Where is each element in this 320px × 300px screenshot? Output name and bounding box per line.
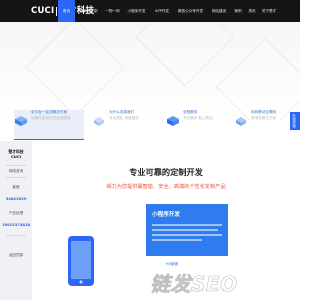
contact-sidebar: 楚才科技 CUCI 网络咨询 客服 34841639 产品经理 18922374… <box>0 141 32 300</box>
product-manager-label: 产品经理 <box>8 211 24 215</box>
platform-icon <box>14 112 28 126</box>
service-card[interactable]: 全平台一站式解决方案 软硬件定制开发全面服务 <box>14 110 84 140</box>
service-icon <box>166 112 180 126</box>
service-title: 玩转移动互联网 <box>251 110 277 114</box>
mobile-internet-icon <box>234 112 248 126</box>
nav-item-miniprogram[interactable]: 小程序开发 <box>123 0 150 22</box>
nav-item-wechat[interactable]: 微信公众号开发 <box>174 0 207 22</box>
nav-item-qrcode[interactable]: 一物一码 <box>102 0 123 22</box>
logo-text-en: CUCI <box>31 6 55 16</box>
back-to-top-button[interactable]: 返回顶部 <box>0 253 32 258</box>
watermark: 链发SEO LIANFASEO.COM <box>150 268 238 297</box>
hero-decor-shape <box>215 37 300 120</box>
divider <box>6 177 26 178</box>
nav-item-website[interactable]: 网站建设 <box>207 0 231 22</box>
online-consult-tab[interactable]: 在线咨询 <box>290 112 300 130</box>
nav-item-news[interactable]: 资讯 <box>245 0 259 22</box>
nav-item-home[interactable]: 首页 <box>58 0 75 22</box>
hero-decor-shape <box>135 22 235 87</box>
text-line <box>152 234 222 236</box>
service-title: 全程服务 <box>183 110 198 114</box>
service-desc: 软硬件定制开发全面服务 <box>31 116 71 120</box>
service-desc: 新零售解决方案 <box>251 116 277 120</box>
divider <box>6 165 26 166</box>
service-desc: 专业服务 贴心售后 <box>183 116 213 120</box>
divider <box>6 235 26 236</box>
hero-decor-shape <box>25 22 125 117</box>
service-card[interactable]: 为什么选择我们 专业团队 深度服务 <box>92 110 158 140</box>
team-icon <box>92 112 106 126</box>
nav-item-mall[interactable]: 微商城定制 <box>75 0 102 22</box>
text-line <box>152 224 222 226</box>
watermark-subtext: LIANFASEO.COM <box>176 288 227 292</box>
phone-number[interactable]: 18922374818 <box>0 223 32 227</box>
watermark-text: 链发SEO <box>150 272 238 297</box>
nav-item-about[interactable]: 关于楚才 <box>259 0 279 22</box>
text-line <box>152 229 218 231</box>
section-title: 专业可靠的定制开发 <box>129 167 203 177</box>
contact-logo-en: CUCI <box>10 154 22 159</box>
hotline-label: 客服 <box>12 185 20 189</box>
section-subtitle: 竭力为您提供最智能、安全、高端的个性化定制产品 <box>106 184 226 190</box>
feature-title: 小程序开发 <box>152 212 180 218</box>
contact-logo: 楚才科技 CUCI <box>4 149 28 159</box>
main-nav: 首页 微商城定制 一物一码 小程序开发 APP开发 微信公众号开发 网站建设 案… <box>58 0 279 22</box>
phone-illustration <box>66 234 98 290</box>
top-navbar: CUCI 楚才科技 首页 微商城定制 一物一码 小程序开发 APP开发 微信公众… <box>0 0 300 22</box>
online-consult-link[interactable]: 网络咨询 <box>0 169 32 174</box>
feature-card-miniprogram[interactable]: 小程序开发 <box>146 204 228 256</box>
service-desc: 专业团队 深度服务 <box>109 116 139 120</box>
hero-banner <box>0 22 300 120</box>
text-line <box>152 239 202 241</box>
service-title: 全平台一站式解决方案 <box>31 110 67 114</box>
service-strip: 全平台一站式解决方案 软硬件定制开发全面服务 为什么选择我们 专业团队 深度服务… <box>14 110 300 140</box>
nav-item-cases[interactable]: 案例 <box>231 0 245 22</box>
service-card[interactable]: 全程服务 专业服务 贴心售后 <box>166 110 228 140</box>
service-title: 为什么选择我们 <box>109 110 135 114</box>
phone-number[interactable]: 34841639 <box>0 197 32 201</box>
nav-item-app[interactable]: APP开发 <box>150 0 174 22</box>
